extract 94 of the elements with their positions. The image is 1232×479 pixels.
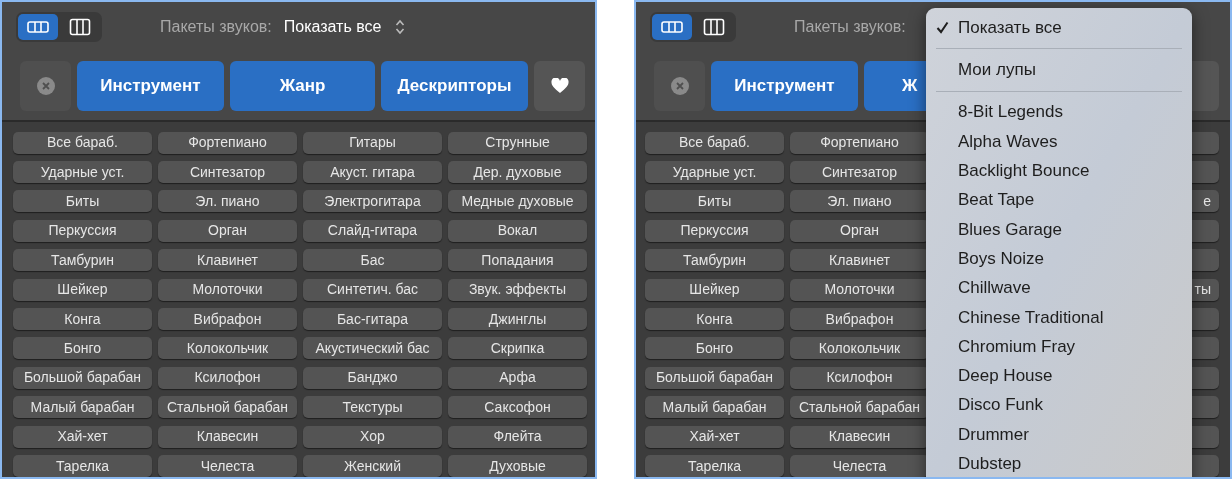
tag-button[interactable]: Текстуры <box>303 396 442 419</box>
tag-button[interactable]: Бонго <box>645 337 784 360</box>
tag-button[interactable]: Орган <box>790 219 929 242</box>
tag-button[interactable]: Челеста <box>158 455 297 477</box>
tag-button[interactable]: Эл. пиано <box>790 190 929 213</box>
tag-button[interactable]: Малый барабан <box>645 396 784 419</box>
tag-button[interactable]: Звук. эффекты <box>448 278 587 301</box>
sound-packs-label: Пакеты звуков: <box>794 16 906 37</box>
tag-button[interactable]: Вокал <box>448 219 587 242</box>
tag-button[interactable]: Большой барабан <box>13 366 152 389</box>
tag-button[interactable]: Ударные уст. <box>13 161 152 184</box>
tag-button[interactable]: Перкуссия <box>645 219 784 242</box>
tag-button[interactable]: Хай-хет <box>645 425 784 448</box>
tag-button[interactable]: Эл. пиано <box>158 190 297 213</box>
tag-button[interactable]: Фортепиано <box>790 131 929 154</box>
tag-button[interactable]: Все бараб. <box>645 131 784 154</box>
menu-item[interactable]: Beat Tape <box>936 185 1182 215</box>
menu-item[interactable]: Drummer <box>936 419 1182 450</box>
menu-item[interactable]: 8-Bit Legends <box>936 97 1182 127</box>
tag-button[interactable]: Гитары <box>303 131 442 154</box>
tag-button[interactable]: Акустический бас <box>303 337 442 360</box>
filter-button[interactable]: Инструмент <box>711 60 858 111</box>
tag-button[interactable]: Вибрафон <box>790 308 929 331</box>
menu-item[interactable]: Disco Funk <box>936 390 1182 420</box>
tag-button[interactable]: Малый барабан <box>13 396 152 419</box>
tag-button[interactable]: Молоточки <box>158 278 297 301</box>
tag-button[interactable]: Конга <box>645 308 784 331</box>
menu-item[interactable]: Chinese Traditional <box>936 302 1182 332</box>
tag-button[interactable]: Тамбурин <box>645 249 784 272</box>
tag-button[interactable]: Молоточки <box>790 278 929 301</box>
menu-item[interactable]: Backlight Bounce <box>936 156 1182 186</box>
tag-button[interactable]: Скрипка <box>448 337 587 360</box>
menu-item[interactable]: Chromium Fray <box>936 331 1182 362</box>
tag-button[interactable]: Женский <box>303 455 442 477</box>
tag-button[interactable]: Акуст. гитара <box>303 161 442 184</box>
tag-button[interactable]: Бас-гитара <box>303 308 442 331</box>
tag-button[interactable]: Слайд-гитара <box>303 219 442 242</box>
tag-button[interactable]: Флейта <box>448 425 587 448</box>
menu-item[interactable]: Alpha Waves <box>936 126 1182 157</box>
tag-button[interactable]: Медные духовые <box>448 190 587 213</box>
filter-button[interactable]: Дескрипторы <box>381 60 528 111</box>
tag-button[interactable]: Клавесин <box>158 425 297 448</box>
menu-item[interactable]: Blues Garage <box>936 214 1182 245</box>
menu-item[interactable]: Показать все <box>936 13 1182 43</box>
tag-button[interactable]: Попадания <box>448 249 587 272</box>
tag-button[interactable]: Духовые <box>448 455 587 477</box>
tag-button[interactable]: Тарелка <box>645 455 784 477</box>
menu-item[interactable]: Deep House <box>936 361 1182 391</box>
tag-button[interactable]: Вибрафон <box>158 308 297 331</box>
tag-button[interactable]: Арфа <box>448 366 587 389</box>
tag-button[interactable]: Клавесин <box>790 425 929 448</box>
tag-button[interactable]: Челеста <box>790 455 929 477</box>
tag-button[interactable]: Биты <box>645 190 784 213</box>
tag-button[interactable]: Клавинет <box>158 249 297 272</box>
tag-button[interactable]: Стальной барабан <box>790 396 929 419</box>
tag-button[interactable]: Шейкер <box>645 278 784 301</box>
tag-button[interactable]: Тамбурин <box>13 249 152 272</box>
tag-button[interactable]: Шейкер <box>13 278 152 301</box>
tag-button[interactable]: Дер. духовые <box>448 161 587 184</box>
tag-button[interactable]: Синтезатор <box>790 161 929 184</box>
tag-button[interactable]: Перкуссия <box>13 219 152 242</box>
tag-button[interactable]: Саксофон <box>448 396 587 419</box>
tag-button[interactable]: Джинглы <box>448 308 587 331</box>
tag-button[interactable]: Орган <box>158 219 297 242</box>
tag-button[interactable]: Колокольчик <box>790 337 929 360</box>
menu-item[interactable]: Dubstep <box>936 449 1182 477</box>
tag-button[interactable]: Ксилофон <box>158 366 297 389</box>
menu-item[interactable]: Boys Noize <box>936 244 1182 274</box>
tag-button[interactable]: Фортепиано <box>158 131 297 154</box>
tag-button[interactable]: Хай-хет <box>13 425 152 448</box>
tag-button[interactable]: Колокольчик <box>158 337 297 360</box>
tag-button[interactable]: Бонго <box>13 337 152 360</box>
tag-button[interactable]: Ксилофон <box>790 366 929 389</box>
filter-button[interactable]: Жанр <box>230 60 375 111</box>
tag-button[interactable]: Конга <box>13 308 152 331</box>
tag-button[interactable]: Стальной барабан <box>158 396 297 419</box>
tag-button[interactable]: Синтетич. бас <box>303 278 442 301</box>
tag-button[interactable]: Бас <box>303 249 442 272</box>
tag-button[interactable]: Хор <box>303 425 442 448</box>
tag-button[interactable]: Банджо <box>303 366 442 389</box>
tag-button[interactable]: Большой барабан <box>645 366 784 389</box>
tag-button[interactable]: Синтезатор <box>158 161 297 184</box>
filter-button[interactable]: Инструмент <box>77 60 224 111</box>
tag-button[interactable]: Все бараб. <box>13 131 152 154</box>
sound-packs-label: Пакеты звуков: <box>160 16 272 37</box>
tag-button[interactable]: Электрогитара <box>303 190 442 213</box>
menu-item[interactable]: Chillwave <box>936 273 1182 303</box>
tag-button[interactable]: Ударные уст. <box>645 161 784 184</box>
sound-packs-dropdown[interactable]: Показать все <box>283 14 406 39</box>
tag-button[interactable]: Тарелка <box>13 455 152 477</box>
tag-button[interactable]: Струнные <box>448 131 587 154</box>
tag-button[interactable]: Клавинет <box>790 249 929 272</box>
menu-item[interactable]: Мои лупы <box>936 55 1182 85</box>
tag-button[interactable]: Биты <box>13 190 152 213</box>
